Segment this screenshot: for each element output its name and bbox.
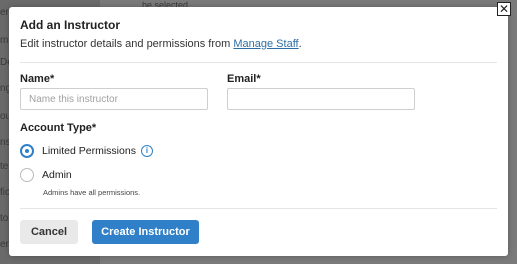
cancel-button[interactable]: Cancel: [20, 220, 78, 244]
manage-staff-link[interactable]: Manage Staff: [233, 38, 298, 50]
admin-help-text: Admins have all permissions.: [43, 188, 141, 197]
account-type-label: Account Type*: [20, 122, 97, 134]
divider: [20, 62, 497, 63]
subtitle-text: Edit instructor details and permissions …: [20, 38, 234, 50]
limited-permissions-radio[interactable]: [20, 144, 34, 158]
limited-permissions-label: Limited Permissions: [42, 145, 136, 157]
limited-permissions-option[interactable]: Limited Permissions i: [20, 144, 153, 158]
add-instructor-modal: ✕ Add an Instructor Edit instructor deta…: [9, 2, 511, 256]
modal-subtitle: Edit instructor details and permissions …: [20, 38, 302, 50]
admin-label: Admin: [42, 169, 72, 181]
name-input[interactable]: [20, 88, 208, 110]
create-instructor-button[interactable]: Create Instructor: [92, 220, 199, 244]
info-icon[interactable]: i: [140, 145, 153, 157]
name-label: Name*: [20, 73, 55, 85]
close-icon[interactable]: ✕: [497, 2, 511, 16]
modal-title: Add an Instructor: [20, 18, 121, 32]
admin-radio[interactable]: [20, 168, 34, 182]
admin-option[interactable]: Admin: [20, 168, 72, 182]
subtitle-suffix: .: [298, 38, 302, 50]
email-input[interactable]: [227, 88, 415, 110]
divider: [20, 208, 497, 209]
email-label: Email*: [227, 73, 261, 85]
